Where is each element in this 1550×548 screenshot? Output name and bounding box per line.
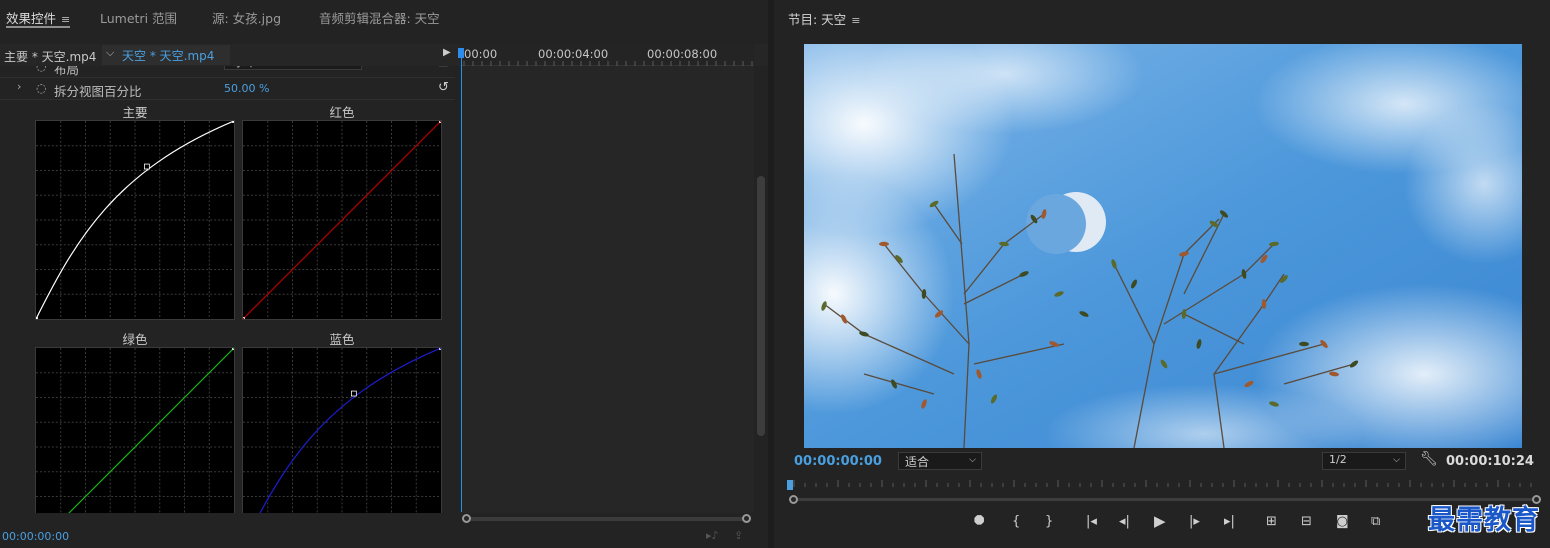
export-frame-icon[interactable]: ◙ — [1336, 514, 1349, 529]
curve-label-master: 主要 — [122, 105, 148, 120]
zoom-handle-right[interactable] — [742, 514, 751, 523]
stopwatch-icon[interactable]: ◌ — [36, 81, 46, 95]
curve-label-red: 红色 — [329, 105, 355, 120]
curve-control-point — [351, 390, 357, 397]
curve-control-point — [232, 348, 234, 350]
tab-source[interactable]: 源: 女孩.jpg — [212, 8, 281, 28]
effect-timeline: 00:00 00:00:04:00 00:00:08:00 — [458, 44, 768, 513]
curve-control-point — [232, 121, 234, 123]
curve-green[interactable] — [35, 347, 235, 513]
mark-in-icon[interactable]: { — [1012, 514, 1020, 529]
chevron-down-icon: ⌵ — [1393, 455, 1400, 465]
watermark-logo: 最需教育 — [1428, 505, 1540, 536]
playhead-handle[interactable] — [458, 48, 464, 58]
filter-audio-icon[interactable]: ▸♪ — [706, 529, 719, 542]
sequence-clip-label: 天空 * 天空.mp4 — [122, 49, 215, 63]
panel-tab-bar: 效果控件 ≡ Lumetri 范围 源: 女孩.jpg 音频剪辑混合器: 天空 — [0, 0, 768, 34]
property-label: 拆分视图百分比 — [54, 84, 142, 99]
property-label: 布局 — [54, 66, 80, 77]
chevron-right-icon[interactable]: › — [17, 80, 21, 93]
properties-area: ◌ 布局 水平⌵ ⊡ › ◌ 拆分视图百分比 50.00 % ↺ 主要 红色 绿… — [0, 66, 460, 513]
program-video-frame[interactable] — [804, 44, 1522, 448]
sky-moon-branches-image — [804, 44, 1522, 448]
lift-icon[interactable]: ⊞ — [1266, 514, 1277, 529]
extract-icon[interactable]: ⊟ — [1301, 514, 1312, 529]
curve-master[interactable] — [35, 120, 235, 320]
effect-controls-footer: 00:00:00:00 ▸♪ ⇪ — [0, 526, 768, 548]
scroll-track — [468, 517, 748, 521]
zoom-handle-left[interactable] — [789, 495, 798, 504]
playhead-handle[interactable] — [787, 480, 793, 490]
scroll-thumb[interactable] — [757, 176, 765, 436]
footer-timecode[interactable]: 00:00:00:00 — [2, 530, 69, 543]
property-row-split-percent: › ◌ 拆分视图百分比 50.00 % ↺ — [0, 78, 455, 100]
program-monitor-title[interactable]: 节目: 天空 ≡ — [788, 9, 860, 28]
export-icon[interactable]: ⇪ — [734, 529, 743, 542]
layout-dropdown[interactable]: 水平⌵ — [224, 66, 362, 70]
duration-timecode: 00:00:10:24 — [1446, 454, 1534, 469]
add-marker-icon[interactable]: ⯃ — [974, 514, 984, 529]
playhead-timecode[interactable]: 00:00:00:00 — [794, 454, 882, 469]
master-clip-label[interactable]: 主要 * 天空.mp4 — [4, 48, 96, 65]
go-to-out-icon[interactable]: ▸| — [1224, 514, 1235, 529]
fit-zoom-dropdown[interactable]: 适合 ⌵ — [898, 452, 982, 470]
settings-wrench-icon[interactable]: 🔧︎ — [1420, 451, 1438, 467]
chevron-down-icon: ⌵ — [969, 455, 976, 465]
mark-out-icon[interactable]: } — [1045, 514, 1053, 529]
vertical-scrollbar[interactable] — [754, 66, 768, 513]
panel-menu-icon[interactable]: ≡ — [851, 14, 860, 27]
horizontal-scrollbar[interactable] — [460, 512, 754, 526]
time-ruler[interactable]: 00:00 00:00:04:00 00:00:08:00 — [460, 44, 754, 66]
chevron-down-icon[interactable]: ⌵ — [106, 46, 114, 60]
tab-effect-controls[interactable]: 效果控件 ≡ — [6, 8, 71, 28]
curve-control-point — [243, 317, 245, 319]
program-monitor-panel: 节目: 天空 ≡ 00:00:00:00 适合 ⌵ 1/2 ⌵ 🔧︎ 00:00… — [774, 0, 1550, 548]
curve-control-point — [36, 317, 38, 319]
zoom-bar[interactable] — [796, 498, 1536, 501]
panel-menu-icon[interactable]: ≡ — [61, 13, 70, 26]
go-to-in-icon[interactable]: |◂ — [1086, 514, 1097, 529]
playhead[interactable] — [461, 48, 462, 512]
tab-lumetri-scopes[interactable]: Lumetri 范围 — [100, 8, 177, 28]
compare-view-icon[interactable]: ⧉ — [1371, 514, 1380, 529]
curve-red[interactable] — [242, 120, 442, 320]
stopwatch-icon[interactable]: ◌ — [36, 66, 46, 73]
curve-control-point — [439, 348, 441, 350]
reset-icon[interactable]: ⊡ — [438, 66, 449, 70]
clip-selector-bar: 主要 * 天空.mp4 ⌵ 天空 * 天空.mp4 ▶ — [0, 44, 460, 66]
monitor-control-bar: 00:00:00:00 适合 ⌵ 1/2 ⌵ 🔧︎ 00:00:10:24 — [774, 450, 1550, 474]
play-icon[interactable]: ▶ — [1154, 512, 1166, 530]
zoom-handle-left[interactable] — [462, 514, 471, 523]
property-row-layout: ◌ 布局 水平⌵ ⊡ — [0, 66, 455, 78]
tab-audio-clip-mixer[interactable]: 音频剪辑混合器: 天空 — [319, 8, 440, 28]
playback-resolution-dropdown[interactable]: 1/2 ⌵ — [1322, 452, 1406, 470]
step-forward-icon[interactable]: |▸ — [1189, 514, 1200, 529]
sequence-clip-selector[interactable]: ⌵ 天空 * 天空.mp4 — [102, 45, 230, 65]
split-percent-value[interactable]: 50.00 % — [224, 82, 269, 95]
curve-blue[interactable] — [242, 347, 442, 513]
curve-label-blue: 蓝色 — [329, 332, 355, 347]
curve-control-point — [144, 163, 150, 170]
effect-controls-panel: 效果控件 ≡ Lumetri 范围 源: 女孩.jpg 音频剪辑混合器: 天空 主… — [0, 0, 768, 548]
reset-icon[interactable]: ↺ — [438, 80, 449, 95]
curve-label-green: 绿色 — [122, 332, 148, 347]
show-timeline-icon[interactable]: ▶ — [443, 47, 451, 58]
curve-control-point — [439, 121, 441, 123]
step-back-icon[interactable]: ◂| — [1119, 514, 1130, 529]
